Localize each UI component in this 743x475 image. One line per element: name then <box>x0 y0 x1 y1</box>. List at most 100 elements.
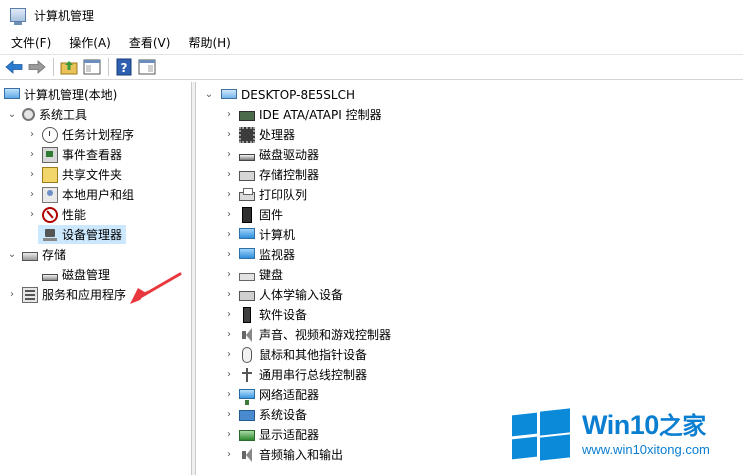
annotation-arrow-icon <box>130 272 182 304</box>
chevron-right-icon[interactable]: › <box>223 409 235 421</box>
menu-action[interactable]: 操作(A) <box>59 34 119 51</box>
forward-button[interactable] <box>27 57 47 77</box>
chevron-down-icon[interactable]: ⌄ <box>203 89 215 101</box>
tree-item-storage[interactable]: ⌄ 存储 <box>6 245 66 264</box>
chevron-right-icon[interactable]: › <box>223 269 235 281</box>
tree-item-label: 共享文件夹 <box>62 168 123 182</box>
device-category[interactable]: › 系统设备 <box>223 405 307 424</box>
device-category[interactable]: › IDE ATA/ATAPI 控制器 <box>223 105 382 124</box>
chevron-right-icon[interactable]: › <box>223 129 235 141</box>
menu-file[interactable]: 文件(F) <box>0 34 59 51</box>
ide-controller-icon <box>239 111 255 121</box>
processor-icon <box>239 126 255 143</box>
tree-item-event-viewer[interactable]: › 事件查看器 <box>26 145 122 164</box>
device-category[interactable]: › 存储控制器 <box>223 165 319 184</box>
device-category-label: 人体学输入设备 <box>259 288 344 302</box>
console-tree[interactable]: 计算机管理(本地) ⌄ 系统工具 › 任务计划程序 › 事件查看器 › 共享文件… <box>0 82 192 475</box>
chevron-right-icon[interactable]: › <box>223 389 235 401</box>
toolbar-separator <box>108 58 109 76</box>
tree-item-shared-folders[interactable]: › 共享文件夹 <box>26 165 122 184</box>
device-category[interactable]: › 磁盘驱动器 <box>223 145 319 164</box>
device-category[interactable]: › 计算机 <box>223 225 295 244</box>
tree-item-local-users[interactable]: › 本地用户和组 <box>26 185 134 204</box>
device-category-label: 鼠标和其他指针设备 <box>259 348 368 362</box>
tree-item-label: 事件查看器 <box>62 148 123 162</box>
menu-view[interactable]: 查看(V) <box>119 34 179 51</box>
chevron-right-icon[interactable]: › <box>6 289 18 301</box>
chevron-right-icon[interactable]: › <box>26 169 38 181</box>
show-hide-action-pane-button[interactable] <box>137 57 157 77</box>
toolbar-separator <box>53 58 54 76</box>
help-button[interactable]: ? <box>114 57 134 77</box>
device-category[interactable]: › 人体学输入设备 <box>223 285 343 304</box>
tree-item-performance[interactable]: › 性能 <box>26 205 86 224</box>
tree-item-services-apps[interactable]: › 服务和应用程序 <box>6 285 126 304</box>
shared-folders-icon <box>42 166 58 183</box>
show-hide-console-tree-button[interactable] <box>82 57 102 77</box>
toolbar: ? <box>0 54 743 80</box>
tree-item-disk-management[interactable]: 磁盘管理 <box>38 265 110 284</box>
chevron-down-icon[interactable]: ⌄ <box>6 109 18 121</box>
device-category[interactable]: › 处理器 <box>223 125 295 144</box>
chevron-right-icon[interactable]: › <box>223 449 235 461</box>
device-category[interactable]: › 声音、视频和游戏控制器 <box>223 325 391 344</box>
menu-help[interactable]: 帮助(H) <box>178 34 238 51</box>
device-root[interactable]: ⌄ DESKTOP-8E5SLCH <box>203 85 355 104</box>
device-category[interactable]: › 网络适配器 <box>223 385 320 405</box>
chevron-right-icon[interactable]: › <box>223 169 235 181</box>
computer-name: DESKTOP-8E5SLCH <box>241 87 356 102</box>
chevron-right-icon[interactable]: › <box>223 289 235 301</box>
watermark-brand: Win10之家 <box>582 410 706 440</box>
display-adapter-icon <box>239 430 255 441</box>
system-tools-icon <box>22 108 35 121</box>
chevron-right-icon[interactable]: › <box>26 209 38 221</box>
chevron-right-icon[interactable]: › <box>26 129 38 141</box>
tree-item-device-manager[interactable]: 设备管理器 <box>38 225 127 244</box>
chevron-right-icon[interactable]: › <box>223 349 235 361</box>
chevron-right-icon[interactable]: › <box>223 109 235 121</box>
mouse-icon <box>242 346 252 363</box>
device-category[interactable]: › 固件 <box>223 205 283 224</box>
device-category[interactable]: › 监视器 <box>223 245 295 264</box>
chevron-right-icon[interactable]: › <box>223 249 235 261</box>
device-category-label: 打印队列 <box>259 188 308 202</box>
chevron-right-icon[interactable]: › <box>223 369 235 381</box>
device-category[interactable]: › 通用串行总线控制器 <box>223 365 367 384</box>
chevron-right-icon[interactable]: › <box>223 209 235 221</box>
system-device-icon <box>239 410 255 421</box>
device-category-label: 网络适配器 <box>259 388 320 402</box>
device-category[interactable]: › 音频输入和输出 <box>223 445 343 464</box>
chevron-right-icon[interactable]: › <box>26 149 38 161</box>
up-one-level-button[interactable] <box>59 57 79 77</box>
users-icon <box>42 186 58 203</box>
chevron-down-icon[interactable]: ⌄ <box>6 249 18 261</box>
back-button[interactable] <box>4 57 24 77</box>
tree-item-label: 服务和应用程序 <box>42 288 127 302</box>
properties-pane-icon <box>138 59 156 75</box>
chevron-right-icon[interactable]: › <box>223 429 235 441</box>
device-category[interactable]: › 打印队列 <box>223 185 307 204</box>
device-category[interactable]: › 显示适配器 <box>223 425 319 444</box>
tree-item-label: 计算机管理(本地) <box>24 88 118 102</box>
device-category-label: 监视器 <box>259 248 296 262</box>
device-category[interactable]: › 鼠标和其他指针设备 <box>223 345 367 364</box>
tree-item-label: 任务计划程序 <box>62 128 135 142</box>
device-category-label: 软件设备 <box>259 308 308 322</box>
chevron-right-icon[interactable]: › <box>223 229 235 241</box>
services-icon <box>22 286 38 303</box>
chevron-right-icon[interactable]: › <box>223 149 235 161</box>
device-category[interactable]: › 软件设备 <box>223 305 307 324</box>
tree-item-task-scheduler[interactable]: › 任务计划程序 <box>26 125 134 144</box>
tree-item-system-tools[interactable]: ⌄ 系统工具 <box>6 105 87 124</box>
tree-item-root[interactable]: 计算机管理(本地) <box>4 85 117 104</box>
disk-drive-icon <box>239 154 255 161</box>
device-category[interactable]: › 键盘 <box>223 265 283 284</box>
forward-icon <box>28 60 46 74</box>
pane-splitter[interactable] <box>192 82 196 475</box>
chevron-right-icon[interactable]: › <box>223 329 235 341</box>
chevron-right-icon[interactable]: › <box>223 309 235 321</box>
chevron-right-icon[interactable]: › <box>223 189 235 201</box>
usb-icon <box>239 367 255 383</box>
chevron-right-icon[interactable]: › <box>26 189 38 201</box>
up-folder-icon <box>60 61 78 75</box>
